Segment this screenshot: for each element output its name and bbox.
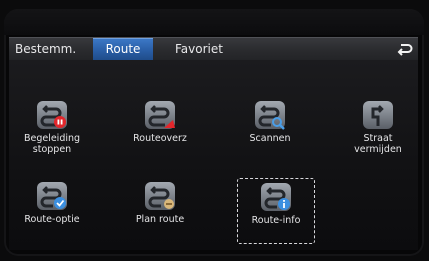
menu-item-plan-route[interactable]: Plan route bbox=[119, 181, 201, 225]
menu-item-label: Plan route bbox=[135, 214, 185, 225]
menu-item-label: Begeleiding stoppen bbox=[23, 133, 81, 155]
menu-item-label: Route-info bbox=[251, 215, 301, 226]
route-stop-icon bbox=[37, 101, 67, 129]
top-band bbox=[4, 9, 424, 35]
menu-item-begeleiding-stoppen[interactable]: Begeleiding stoppen bbox=[11, 100, 93, 155]
menu-item-scannen[interactable]: Scannen bbox=[229, 100, 311, 144]
menu-item-label: Routeoverz bbox=[133, 133, 187, 144]
route-option-icon bbox=[37, 182, 67, 210]
return-arrow-icon bbox=[397, 44, 413, 56]
route-overview-icon bbox=[145, 101, 175, 129]
screen: Bestemm. Route Favoriet Begeleiding stop… bbox=[4, 9, 424, 256]
menu-item-route-optie[interactable]: Route-optie bbox=[11, 181, 93, 225]
tab-bestemm[interactable]: Bestemm. bbox=[15, 38, 76, 60]
menu-item-label: Straat vermijden bbox=[354, 133, 402, 155]
route-scan-icon bbox=[255, 101, 285, 130]
route-info-icon bbox=[261, 183, 291, 211]
menu-item-straat-vermijden[interactable]: Straat vermijden bbox=[337, 100, 419, 155]
menu-item-routeoverz[interactable]: Routeoverz bbox=[119, 100, 201, 144]
plan-route-icon bbox=[145, 182, 175, 210]
tab-bar: Bestemm. Route Favoriet bbox=[9, 37, 418, 61]
menu-item-label: Scannen bbox=[249, 133, 291, 144]
tab-route[interactable]: Route bbox=[93, 38, 153, 60]
avoid-street-icon bbox=[363, 101, 393, 129]
menu-item-label: Route-optie bbox=[24, 214, 80, 225]
route-menu-grid: Begeleiding stoppen Routeoverz Scannen S… bbox=[9, 60, 418, 250]
tab-favoriet[interactable]: Favoriet bbox=[175, 38, 223, 60]
menu-item-route-info[interactable]: Route-info bbox=[237, 178, 315, 244]
back-button[interactable] bbox=[392, 38, 418, 60]
